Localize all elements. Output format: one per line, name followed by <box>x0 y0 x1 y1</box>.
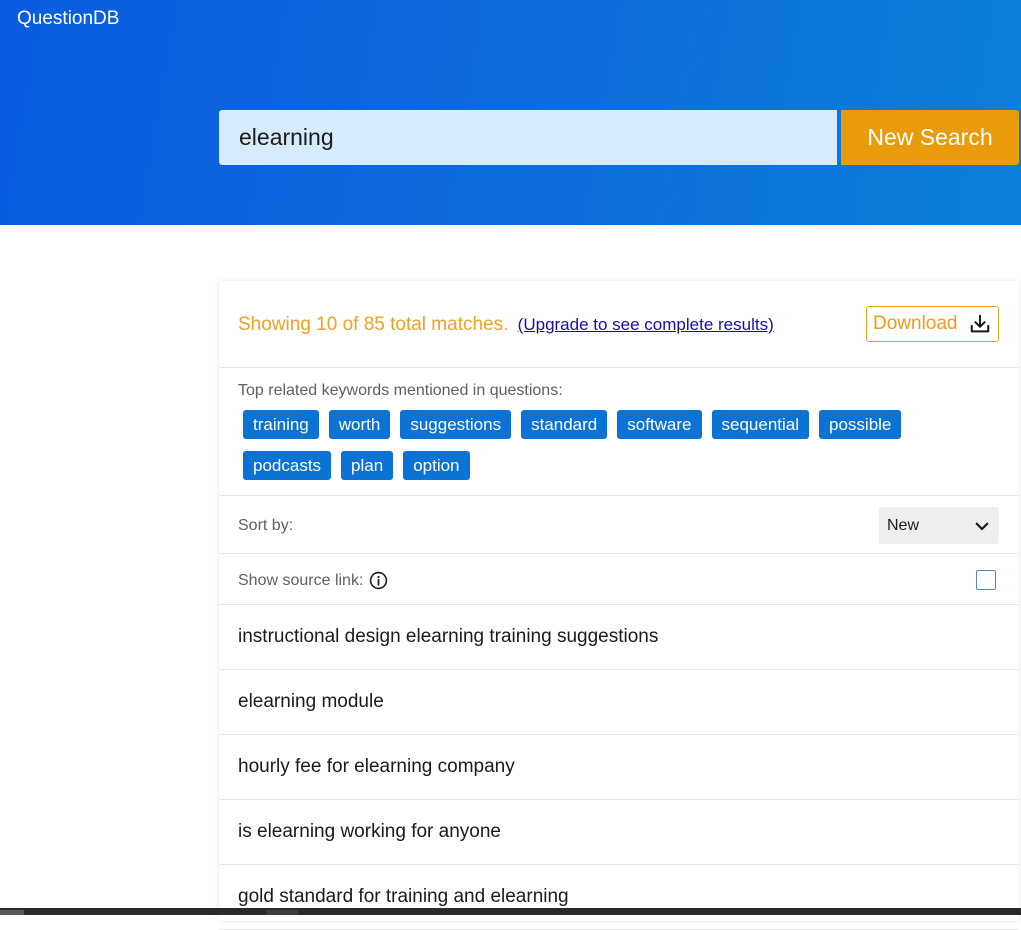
download-button[interactable]: Download <box>866 306 999 342</box>
keyword-tag[interactable]: standard <box>521 410 608 439</box>
result-item[interactable]: gold standard for training and elearning <box>219 865 1019 930</box>
keyword-tag[interactable]: podcasts <box>243 451 332 480</box>
results-card: Showing 10 of 85 total matches. (Upgrade… <box>219 281 1019 930</box>
new-search-button[interactable]: New Search <box>841 110 1019 165</box>
taskbar-segment <box>266 910 298 915</box>
result-item[interactable]: is elearning working for anyone <box>219 800 1019 865</box>
chevron-down-icon <box>975 522 989 530</box>
keyword-tag[interactable]: possible <box>819 410 902 439</box>
results-list: instructional design elearning training … <box>219 605 1019 930</box>
header-banner: QuestionDB New Search <box>0 0 1021 225</box>
keywords-title: Top related keywords mentioned in questi… <box>238 382 563 399</box>
source-link-label-wrap: Show source link: <box>238 571 388 590</box>
source-link-section: Show source link: <box>219 554 1019 605</box>
match-summary: Showing 10 of 85 total matches. (Upgrade… <box>238 314 774 336</box>
download-icon <box>970 314 990 333</box>
result-item[interactable]: hourly fee for elearning company <box>219 735 1019 800</box>
keywords-section: Top related keywords mentioned in questi… <box>219 368 1019 496</box>
keyword-tag[interactable]: software <box>617 410 702 439</box>
source-link-label: Show source link: <box>238 571 364 589</box>
sort-section: Sort by: New <box>219 496 1019 554</box>
summary-section: Showing 10 of 85 total matches. (Upgrade… <box>219 281 1019 368</box>
source-link-checkbox[interactable] <box>976 570 996 590</box>
keyword-tag[interactable]: option <box>403 451 470 480</box>
taskbar-segment <box>0 910 24 915</box>
result-item[interactable]: instructional design elearning training … <box>219 605 1019 670</box>
sort-selected-value: New <box>887 516 920 534</box>
keyword-tag[interactable]: suggestions <box>400 410 512 439</box>
taskbar-strip <box>0 908 1021 915</box>
keyword-tag[interactable]: plan <box>341 451 394 480</box>
sort-select[interactable]: New <box>879 507 999 544</box>
search-input[interactable] <box>219 110 837 165</box>
result-item[interactable]: elearning module <box>219 670 1019 735</box>
keyword-tag[interactable]: training <box>243 410 319 439</box>
keyword-tag[interactable]: sequential <box>711 410 810 439</box>
sort-label: Sort by: <box>238 517 294 534</box>
download-label: Download <box>873 313 958 334</box>
match-count-text: Showing 10 of 85 total matches. <box>238 314 509 335</box>
brand-logo[interactable]: QuestionDB <box>17 8 119 30</box>
keyword-tag[interactable]: worth <box>328 410 391 439</box>
keyword-tag-list: training worth suggestions standard soft… <box>238 410 938 480</box>
upgrade-link[interactable]: (Upgrade to see complete results) <box>518 315 774 334</box>
info-icon[interactable] <box>369 571 388 590</box>
